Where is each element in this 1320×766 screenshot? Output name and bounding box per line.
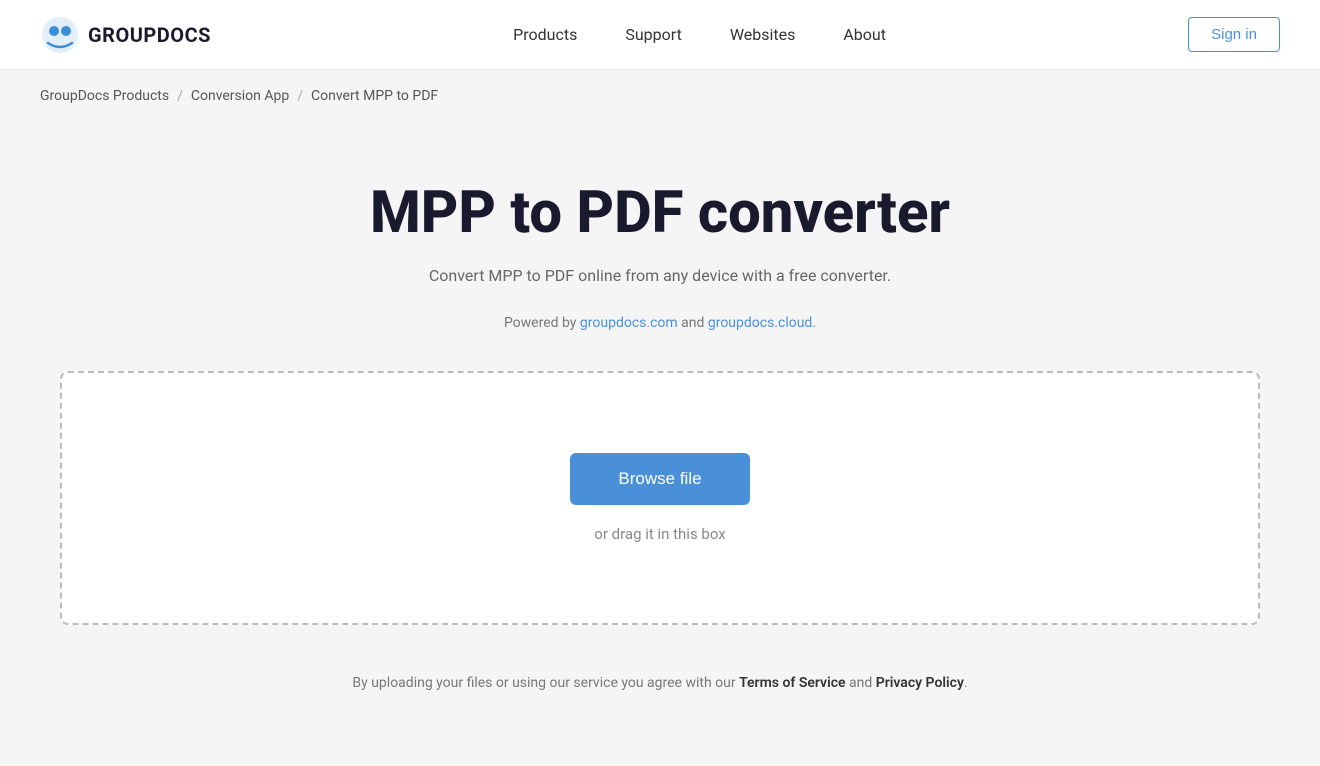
- breadcrumb-item-conversion-app[interactable]: Conversion App: [191, 88, 289, 104]
- sign-in-button[interactable]: Sign in: [1188, 17, 1280, 52]
- navbar: GROUPDOCS Products Support Websites Abou…: [0, 0, 1320, 70]
- powered-by-text: Powered by groupdocs.com and groupdocs.c…: [504, 315, 816, 331]
- groupdocs-com-link[interactable]: groupdocs.com: [580, 315, 678, 331]
- nav-about[interactable]: About: [843, 25, 886, 44]
- powered-by-and: and: [678, 315, 708, 331]
- footer-and: and: [846, 675, 876, 691]
- breadcrumb-separator-2: /: [297, 88, 303, 104]
- file-drop-zone[interactable]: Browse file or drag it in this box: [60, 371, 1260, 625]
- powered-by-prefix: Powered by: [504, 315, 580, 331]
- browse-file-button[interactable]: Browse file: [570, 453, 749, 505]
- powered-by-suffix: .: [812, 315, 816, 331]
- breadcrumb-item-groupdocs-products[interactable]: GroupDocs Products: [40, 88, 169, 104]
- footer-agreement-text: By uploading your files or using our ser…: [352, 675, 967, 691]
- page-subtitle: Convert MPP to PDF online from any devic…: [429, 266, 891, 285]
- breadcrumb: GroupDocs Products / Conversion App / Co…: [0, 70, 1320, 122]
- groupdocs-cloud-link[interactable]: groupdocs.cloud: [708, 315, 813, 331]
- nav-links: Products Support Websites About: [513, 25, 886, 44]
- navbar-right: Sign in: [1188, 17, 1280, 52]
- nav-websites[interactable]: Websites: [730, 25, 796, 44]
- breadcrumb-current: Convert MPP to PDF: [311, 88, 438, 104]
- page-title: MPP to PDF converter: [370, 182, 950, 246]
- groupdocs-logo-icon: [40, 15, 80, 55]
- main-content: MPP to PDF converter Convert MPP to PDF …: [0, 122, 1320, 731]
- nav-products[interactable]: Products: [513, 25, 577, 44]
- logo-container: GROUPDOCS: [40, 15, 211, 55]
- breadcrumb-separator-1: /: [177, 88, 183, 104]
- privacy-policy-link[interactable]: Privacy Policy: [876, 675, 964, 691]
- nav-support[interactable]: Support: [625, 25, 681, 44]
- logo-text: GROUPDOCS: [88, 23, 211, 47]
- footer-prefix: By uploading your files or using our ser…: [352, 675, 739, 691]
- drag-hint-text: or drag it in this box: [594, 525, 725, 543]
- terms-of-service-link[interactable]: Terms of Service: [739, 675, 845, 691]
- footer-suffix: .: [964, 675, 968, 691]
